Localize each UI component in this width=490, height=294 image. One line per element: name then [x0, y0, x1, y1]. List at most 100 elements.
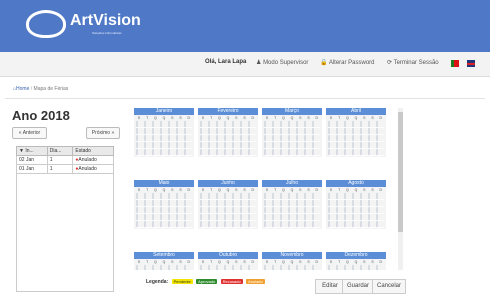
weekday-label: S: [137, 116, 141, 120]
week-row[interactable]: [136, 193, 192, 200]
user-icon: ♟: [256, 60, 262, 66]
weekday-label: D: [251, 116, 255, 120]
month-calendar[interactable]: Fevereiro S T Q Q S S D: [198, 108, 258, 157]
week-row[interactable]: [200, 121, 256, 128]
week-row[interactable]: [264, 142, 320, 149]
weekday-label: T: [338, 116, 341, 120]
weekday-label: S: [371, 188, 374, 192]
week-row[interactable]: [328, 121, 384, 128]
table-row[interactable]: 01 Jan 1 ●Anulado: [16, 164, 114, 174]
flag-portugal-icon[interactable]: [451, 60, 459, 67]
week-row[interactable]: [200, 193, 256, 200]
scrollbar-thumb[interactable]: [398, 112, 403, 232]
week-row[interactable]: [136, 149, 192, 156]
previous-year-button[interactable]: « Anterior: [12, 127, 47, 139]
month-calendar[interactable]: Junho S T Q Q S S D: [198, 180, 258, 229]
week-row[interactable]: [136, 265, 192, 270]
week-row[interactable]: [328, 207, 384, 214]
week-row[interactable]: [328, 200, 384, 207]
week-row[interactable]: [200, 265, 256, 270]
week-row[interactable]: [200, 142, 256, 149]
month-days-grid[interactable]: [262, 264, 322, 270]
month-days-grid[interactable]: [326, 192, 386, 229]
next-year-button[interactable]: Próximo »: [86, 127, 120, 139]
month-days-grid[interactable]: [326, 120, 386, 157]
week-row[interactable]: [200, 200, 256, 207]
month-days-grid[interactable]: [134, 120, 194, 157]
week-row[interactable]: [200, 149, 256, 156]
week-row[interactable]: [136, 214, 192, 221]
week-row[interactable]: [136, 142, 192, 149]
month-calendar[interactable]: Agosto S T Q Q S S D: [326, 180, 386, 229]
weekday-label: S: [307, 188, 310, 192]
month-title: Junho: [198, 180, 258, 187]
week-row[interactable]: [328, 142, 384, 149]
weekday-label: Q: [226, 116, 230, 120]
week-row[interactable]: [328, 128, 384, 135]
weekday-label: Q: [162, 116, 166, 120]
week-row[interactable]: [264, 214, 320, 221]
week-row[interactable]: [264, 221, 320, 228]
week-row[interactable]: [136, 135, 192, 142]
logout-link[interactable]: ⟳ Terminar Sessão: [387, 59, 439, 66]
month-days-grid[interactable]: [326, 264, 386, 270]
week-row[interactable]: [328, 265, 384, 270]
week-row[interactable]: [328, 221, 384, 228]
calendar-scrollbar[interactable]: [398, 108, 403, 270]
month-days-grid[interactable]: [134, 264, 194, 270]
week-row[interactable]: [264, 207, 320, 214]
week-row[interactable]: [328, 214, 384, 221]
week-row[interactable]: [264, 200, 320, 207]
week-row[interactable]: [136, 207, 192, 214]
week-row[interactable]: [264, 265, 320, 270]
month-days-grid[interactable]: [198, 120, 258, 157]
week-row[interactable]: [136, 221, 192, 228]
week-row[interactable]: [264, 149, 320, 156]
month-days-grid[interactable]: [262, 120, 322, 157]
month-days-grid[interactable]: [198, 264, 258, 270]
month-days-grid[interactable]: [134, 192, 194, 229]
month-calendar[interactable]: Outubro S T Q Q S S D: [198, 252, 258, 270]
week-row[interactable]: [328, 135, 384, 142]
weekday-label: D: [379, 260, 383, 264]
app-header: ArtVision Soluções Informáticas: [0, 0, 490, 52]
weekday-label: S: [371, 260, 374, 264]
change-password-link[interactable]: 🔒 Alterar Password: [320, 59, 375, 66]
week-row[interactable]: [136, 200, 192, 207]
month-calendar[interactable]: Janeiro S T Q Q S S D: [134, 108, 194, 157]
column-header-start[interactable]: ▼ In...: [16, 146, 48, 156]
weekday-label: S: [235, 116, 238, 120]
week-row[interactable]: [200, 221, 256, 228]
week-row[interactable]: [200, 207, 256, 214]
month-calendar[interactable]: Dezembro S T Q Q S S D: [326, 252, 386, 270]
logo[interactable]: ArtVision Soluções Informáticas: [26, 10, 148, 40]
month-calendar[interactable]: Maio S T Q Q S S D: [134, 180, 194, 229]
week-row[interactable]: [328, 193, 384, 200]
week-row[interactable]: [264, 121, 320, 128]
week-row[interactable]: [136, 128, 192, 135]
weekday-label: D: [187, 116, 191, 120]
month-calendar[interactable]: Setembro S T Q Q S S D: [134, 252, 194, 270]
breadcrumb-home[interactable]: ⌂Home: [13, 86, 29, 92]
month-calendar[interactable]: Abril S T Q Q S S D: [326, 108, 386, 157]
supervisor-mode-link[interactable]: ♟ Modo Supervisor: [256, 59, 308, 66]
month-calendar[interactable]: Julho S T Q Q S S D: [262, 180, 322, 229]
week-row[interactable]: [264, 135, 320, 142]
week-row[interactable]: [264, 128, 320, 135]
column-header-days[interactable]: Dia...: [46, 146, 74, 156]
column-header-state[interactable]: Estado: [72, 146, 114, 156]
flag-uk-icon[interactable]: [467, 60, 475, 67]
month-days-grid[interactable]: [198, 192, 258, 229]
week-row[interactable]: [200, 214, 256, 221]
week-row[interactable]: [264, 193, 320, 200]
week-row[interactable]: [136, 121, 192, 128]
month-calendar[interactable]: Março S T Q Q S S D: [262, 108, 322, 157]
week-row[interactable]: [328, 149, 384, 156]
week-row[interactable]: [200, 135, 256, 142]
week-row[interactable]: [200, 128, 256, 135]
weekday-label: S: [299, 188, 302, 192]
month-calendar[interactable]: Novembro S T Q Q S S D: [262, 252, 322, 270]
weekday-label: Q: [282, 116, 285, 120]
table-row[interactable]: 02 Jan 1 ●Anulado: [16, 155, 114, 165]
month-days-grid[interactable]: [262, 192, 322, 229]
